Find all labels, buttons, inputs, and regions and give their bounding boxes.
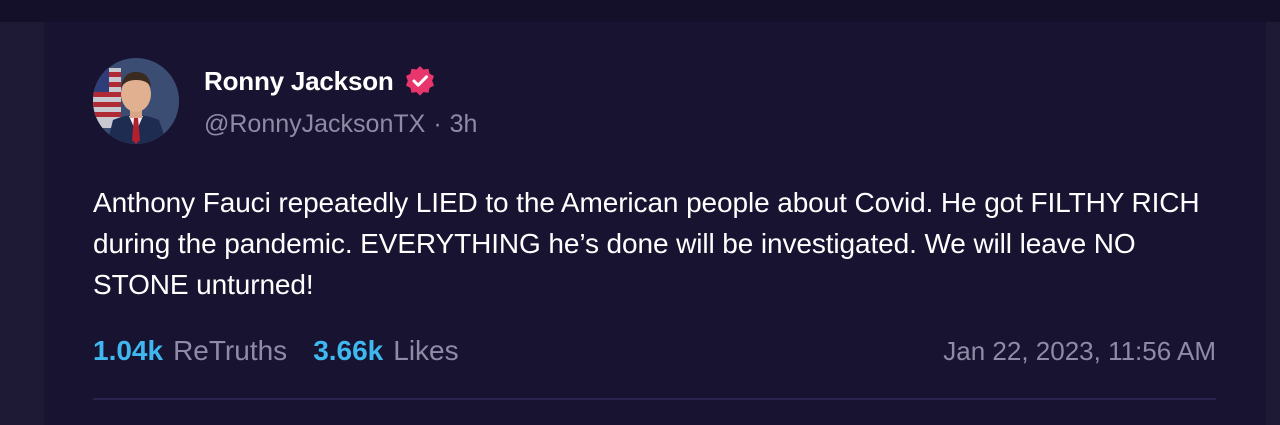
author-handle-row: @RonnyJacksonTX · 3h <box>204 110 477 139</box>
post-card[interactable]: Ronny Jackson @RonnyJacksonTX · 3h Antho… <box>44 22 1266 425</box>
likes-count: 3.66k <box>313 335 384 366</box>
relative-time[interactable]: 3h <box>450 110 478 139</box>
page: Ronny Jackson @RonnyJacksonTX · 3h Antho… <box>0 0 1280 425</box>
retruths-count: 1.04k <box>93 335 164 366</box>
author-display-name[interactable]: Ronny Jackson <box>204 66 394 97</box>
left-panel-edge <box>0 22 44 425</box>
avatar[interactable] <box>93 58 179 144</box>
post-stats: 1.04k ReTruths 3.66k Likes <box>93 332 485 370</box>
likes-stat[interactable]: 3.66k Likes <box>313 335 458 367</box>
retruths-label: ReTruths <box>173 335 288 366</box>
retruths-stat[interactable]: 1.04k ReTruths <box>93 335 287 367</box>
post-body-text: Anthony Fauci repeatedly LIED to the Ame… <box>93 187 1200 300</box>
verified-badge-icon <box>404 65 436 97</box>
likes-label: Likes <box>393 335 459 366</box>
author-name-row: Ronny Jackson <box>204 64 436 98</box>
author-handle[interactable]: @RonnyJacksonTX <box>204 110 425 139</box>
divider <box>93 398 1216 400</box>
avatar-image <box>93 58 179 144</box>
separator-dot: · <box>433 110 442 138</box>
post-timestamp[interactable]: Jan 22, 2023, 11:56 AM <box>943 332 1216 370</box>
right-panel-edge <box>1266 22 1280 425</box>
